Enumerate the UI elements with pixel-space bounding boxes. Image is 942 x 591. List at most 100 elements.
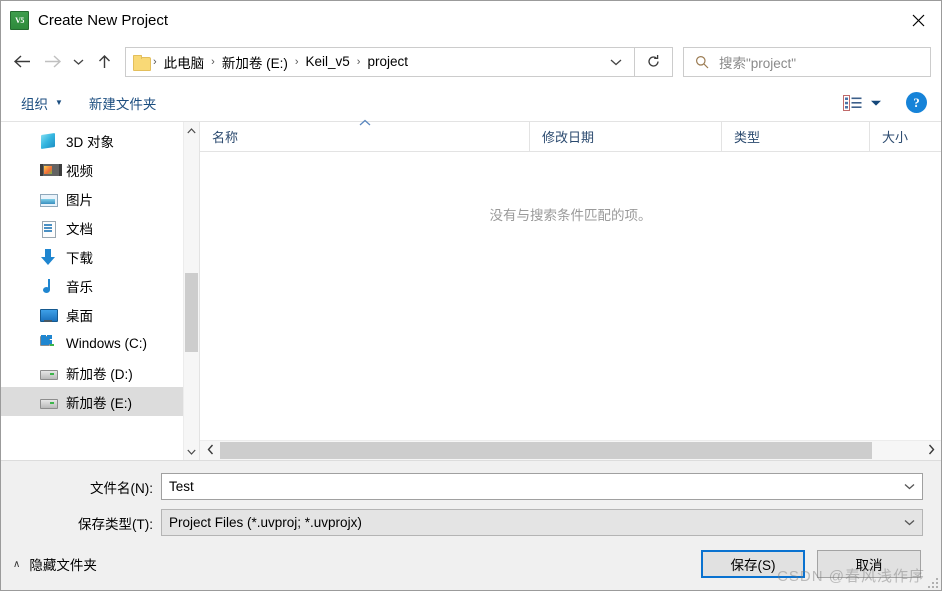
sidebar-item-pictures[interactable]: 图片: [1, 184, 183, 213]
file-list-body[interactable]: 没有与搜索条件匹配的项。: [200, 152, 941, 440]
empty-list-message: 没有与搜索条件匹配的项。: [489, 208, 652, 223]
filetype-label: 保存类型(T):: [78, 516, 153, 532]
chevron-down-icon: [871, 100, 881, 106]
up-button[interactable]: [89, 47, 119, 77]
search-box[interactable]: 搜索"project": [683, 46, 931, 77]
scrollbar-thumb[interactable]: [220, 442, 872, 459]
breadcrumb-item-this-pc[interactable]: 此电脑: [158, 52, 211, 72]
help-label: ?: [913, 94, 920, 110]
sidebar-item-videos[interactable]: 视频: [1, 155, 183, 184]
filetype-row: 保存类型(T): Project Files (*.uvproj; *.uvpr…: [1, 507, 941, 538]
scrollbar-track[interactable]: [184, 139, 199, 443]
sort-ascending-icon: [358, 118, 371, 129]
back-button[interactable]: [7, 47, 37, 77]
filename-row: 文件名(N): Test: [1, 471, 941, 502]
recent-locations-chevron-icon: [73, 59, 83, 65]
scroll-down-button[interactable]: [187, 443, 196, 460]
chevron-down-icon: [187, 449, 196, 455]
filetype-value: Project Files (*.uvproj; *.uvprojx): [169, 515, 362, 530]
sidebar-item-label: 音乐: [66, 279, 93, 295]
address-bar[interactable]: › 此电脑 › 新加卷 (E:) › Keil_v5 › project: [125, 46, 635, 77]
hide-folders-label: 隐藏文件夹: [29, 558, 97, 573]
column-header-name[interactable]: 名称: [200, 119, 530, 151]
new-folder-label: 新建文件夹: [88, 96, 157, 112]
chevron-down-icon: ▼: [55, 98, 63, 107]
drive-icon: [39, 364, 58, 382]
scroll-right-button[interactable]: [921, 444, 941, 458]
navigation-pane: 3D 对象 视频 图片 文档 下载 音乐 桌面 Windows (C:) 新加卷…: [1, 122, 199, 460]
sidebar-item-downloads[interactable]: 下载: [1, 242, 183, 271]
filetype-dropdown-button[interactable]: [896, 519, 922, 526]
document-icon: [39, 219, 57, 238]
address-dropdown-button[interactable]: [596, 54, 634, 69]
filename-label: 文件名(N):: [90, 480, 153, 496]
organize-button[interactable]: 组织 ▼: [21, 93, 63, 113]
filetype-select[interactable]: Project Files (*.uvproj; *.uvprojx): [161, 509, 923, 536]
window-title: Create New Project: [38, 11, 169, 29]
scroll-left-button[interactable]: [200, 444, 220, 458]
breadcrumb-item-keil-v5[interactable]: Keil_v5: [300, 54, 356, 69]
close-button[interactable]: [895, 1, 941, 39]
recent-locations-button[interactable]: [67, 47, 89, 77]
dialog-footer: 文件名(N): Test 保存类型(T): Project Files (*.u…: [1, 461, 941, 590]
chevron-up-icon: ∧: [13, 558, 21, 570]
hide-folders-button[interactable]: ∧ 隐藏文件夹: [13, 554, 97, 574]
sidebar-item-documents[interactable]: 文档: [1, 213, 183, 242]
navigation-bar: › 此电脑 › 新加卷 (E:) › Keil_v5 › project 搜索"…: [1, 39, 941, 84]
sidebar-item-label: 新加卷 (D:): [66, 366, 133, 382]
navigation-pane-list: 3D 对象 视频 图片 文档 下载 音乐 桌面 Windows (C:) 新加卷…: [1, 122, 183, 460]
create-new-project-dialog: V5 Create New Project › 此电脑 › 新加卷 (E:) ›…: [0, 0, 942, 591]
desktop-icon: [39, 306, 58, 324]
sidebar-item-desktop[interactable]: 桌面: [1, 300, 183, 329]
new-folder-button[interactable]: 新建文件夹: [89, 93, 157, 113]
breadcrumb-item-drive-e[interactable]: 新加卷 (E:): [216, 52, 294, 72]
up-arrow-icon: [98, 54, 110, 68]
dialog-body: 3D 对象 视频 图片 文档 下载 音乐 桌面 Windows (C:) 新加卷…: [1, 119, 941, 461]
sidebar-item-label: 文档: [66, 221, 93, 237]
music-icon: [39, 277, 57, 295]
filename-input[interactable]: Test: [161, 473, 923, 500]
column-header-label: 大小: [882, 130, 909, 145]
sidebar-item-label: 图片: [66, 192, 93, 208]
save-button[interactable]: 保存(S): [701, 550, 805, 578]
sidebar-item-label: 3D 对象: [66, 134, 115, 150]
keil-uvision-icon: V5: [10, 10, 29, 30]
drive-icon: [39, 393, 58, 411]
column-header-size[interactable]: 大小: [870, 122, 941, 151]
scroll-up-button[interactable]: [187, 122, 196, 139]
scrollbar-track[interactable]: [220, 441, 921, 460]
toolbar-right-group: ?: [843, 92, 927, 113]
search-icon: [696, 55, 709, 68]
download-icon: [39, 248, 57, 266]
breadcrumb-item-project[interactable]: project: [361, 54, 414, 69]
sidebar-item-drive-d[interactable]: 新加卷 (D:): [1, 358, 183, 387]
forward-button[interactable]: [37, 47, 67, 77]
column-header-label: 名称: [212, 130, 239, 145]
sidebar-item-windows-c[interactable]: Windows (C:): [1, 329, 183, 358]
help-button[interactable]: ?: [906, 92, 927, 113]
filename-dropdown-button[interactable]: [896, 483, 922, 490]
view-options-button[interactable]: [843, 94, 882, 111]
sidebar-item-drive-e[interactable]: 新加卷 (E:): [1, 387, 183, 416]
navigation-pane-scrollbar[interactable]: [183, 122, 199, 460]
chevron-up-icon: [187, 127, 196, 133]
sidebar-item-music[interactable]: 音乐: [1, 271, 183, 300]
filename-value: Test: [169, 479, 194, 494]
refresh-button[interactable]: [635, 46, 673, 77]
file-list-pane: 名称 修改日期 类型 大小 没有与搜索条件匹配的项。: [199, 119, 941, 460]
file-list-horizontal-scrollbar[interactable]: [200, 440, 941, 460]
scrollbar-thumb[interactable]: [185, 272, 198, 352]
sidebar-item-3d-objects[interactable]: 3D 对象: [1, 126, 183, 155]
sidebar-item-label: 桌面: [66, 308, 93, 324]
title-bar: V5 Create New Project: [1, 1, 941, 39]
footer-button-row: ∧ 隐藏文件夹 保存(S) 取消: [1, 538, 941, 590]
sidebar-item-label: 下载: [66, 250, 93, 266]
sidebar-item-label: 视频: [66, 163, 93, 179]
save-label: 保存(S): [730, 558, 776, 573]
cancel-button[interactable]: 取消: [817, 550, 921, 578]
picture-icon: [39, 190, 58, 208]
column-headers: 名称 修改日期 类型 大小: [200, 119, 941, 152]
column-header-date-modified[interactable]: 修改日期: [530, 122, 722, 151]
column-header-type[interactable]: 类型: [722, 122, 870, 151]
sidebar-item-label: Windows (C:): [66, 336, 148, 351]
